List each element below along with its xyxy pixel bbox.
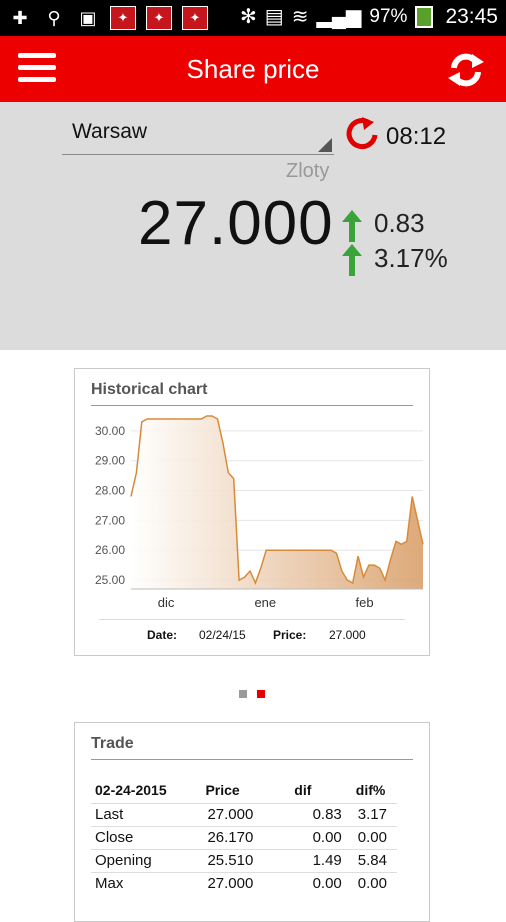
battery-percent: 97% bbox=[369, 5, 408, 27]
cell-dif-pct: 0.00 bbox=[351, 825, 397, 849]
refresh-icon[interactable] bbox=[446, 50, 486, 90]
page-title: Share price bbox=[186, 54, 320, 84]
clock: 23:45 bbox=[445, 4, 498, 28]
cell-price: 27.000 bbox=[201, 871, 291, 895]
cell-dif: 0.83 bbox=[290, 802, 352, 826]
cell-price: 27.000 bbox=[201, 802, 291, 826]
date-label: Date: bbox=[147, 628, 178, 642]
y-tick-label: 26.00 bbox=[95, 543, 125, 557]
market-dropdown-value: Warsaw bbox=[72, 120, 148, 143]
column-header: dif% bbox=[355, 781, 386, 798]
change-absolute: 0.83 bbox=[374, 208, 425, 238]
update-icon bbox=[346, 117, 378, 150]
historical-chart-card[interactable]: Historical chart 30.00 29.00 28.00 27.00 26.… bbox=[74, 368, 430, 656]
update-time: 08:12 bbox=[386, 123, 447, 150]
cell-dif-pct: 3.17 bbox=[351, 802, 397, 826]
column-header: dif bbox=[294, 781, 312, 798]
quote-panel: Warsaw 08:12 Zloty 27.000 0.83 3.17% bbox=[0, 102, 506, 350]
add-notification-icon: ✚ bbox=[12, 7, 28, 28]
nfc-icon: ▤ bbox=[264, 6, 284, 28]
battery-icon bbox=[415, 5, 434, 28]
table-row: Close 26.170 0.00 0.00 bbox=[91, 825, 397, 849]
cell-dif: 0.00 bbox=[290, 825, 352, 849]
table-row: Max 27.000 0.00 0.00 bbox=[91, 871, 397, 895]
app-notification-icon: ✦ bbox=[146, 6, 172, 30]
historical-chart[interactable]: 30.00 29.00 28.00 27.00 26.00 25.00 dic ene feb bbox=[79, 409, 427, 615]
share-price: 27.000 bbox=[138, 189, 334, 258]
usb-icon: ⚲ bbox=[47, 7, 61, 28]
date-value: 02/24/15 bbox=[199, 628, 246, 642]
column-header: Price bbox=[205, 781, 240, 798]
chart-info-row: Date: 02/24/15 Price: 27.000 bbox=[99, 619, 405, 647]
table-header-row: 02-24-2015 Price dif dif% bbox=[91, 781, 397, 803]
trade-table: 02-24-2015 Price dif dif% Last 27.000 0.… bbox=[91, 781, 397, 895]
divider bbox=[91, 405, 413, 406]
table-row: Opening 25.510 1.49 5.84 bbox=[91, 848, 397, 872]
cell-dif-pct: 0.00 bbox=[351, 871, 397, 895]
image-icon: ▣ bbox=[79, 7, 97, 28]
price-value: 27.000 bbox=[329, 628, 366, 642]
y-tick-label: 25.00 bbox=[95, 573, 125, 587]
row-label: Close bbox=[91, 825, 202, 849]
signal-icon: ▂▄▆ bbox=[316, 6, 362, 28]
up-arrow-icon bbox=[342, 210, 362, 242]
currency-label: Zloty bbox=[286, 160, 330, 182]
cell-dif: 0.00 bbox=[290, 871, 352, 895]
change-percent: 3.17% bbox=[374, 243, 448, 273]
row-label: Opening bbox=[91, 848, 202, 872]
card-title: Historical chart bbox=[91, 381, 208, 398]
divider bbox=[91, 759, 413, 760]
cell-dif: 1.49 bbox=[290, 848, 352, 872]
page-indicator bbox=[239, 690, 265, 698]
row-label: Last bbox=[91, 802, 202, 826]
y-tick-label: 28.00 bbox=[95, 484, 125, 498]
table-row: Last 27.000 0.83 3.17 bbox=[91, 802, 397, 826]
cell-dif-pct: 5.84 bbox=[351, 848, 397, 872]
app-notification-icon: ✦ bbox=[182, 6, 208, 30]
cell-price: 25.510 bbox=[201, 848, 291, 872]
app-notification-icon: ✦ bbox=[110, 6, 136, 30]
trade-card: Trade 02-24-2015 Price dif dif% Last 27.… bbox=[74, 722, 430, 922]
market-dropdown[interactable]: Warsaw bbox=[62, 112, 334, 155]
status-bar: ✚ ⚲ ▣ ✦ ✦ ✦ ✻ ▤ ≋ ▂▄▆ 97% 23:45 bbox=[0, 0, 506, 36]
y-tick-label: 29.00 bbox=[95, 454, 125, 468]
card-title: Trade bbox=[91, 735, 134, 752]
x-tick-label: dic bbox=[158, 595, 175, 610]
price-label: Price: bbox=[273, 628, 307, 642]
column-header: 02-24-2015 bbox=[95, 781, 167, 798]
up-arrow-icon bbox=[342, 244, 362, 276]
page-dot-2[interactable] bbox=[257, 690, 265, 698]
dropdown-arrow-icon bbox=[318, 138, 332, 152]
x-tick-label: feb bbox=[356, 595, 374, 610]
row-label: Max bbox=[91, 871, 202, 895]
app-toolbar: Share price bbox=[0, 36, 506, 102]
y-tick-label: 27.00 bbox=[95, 513, 125, 527]
cell-price: 26.170 bbox=[201, 825, 291, 849]
bluetooth-icon: ✻ bbox=[240, 6, 257, 28]
wifi-icon: ≋ bbox=[291, 6, 309, 28]
series-area bbox=[131, 416, 423, 589]
x-tick-label: ene bbox=[254, 595, 276, 610]
y-tick-label: 30.00 bbox=[95, 424, 125, 438]
page-dot-1[interactable] bbox=[239, 690, 247, 698]
